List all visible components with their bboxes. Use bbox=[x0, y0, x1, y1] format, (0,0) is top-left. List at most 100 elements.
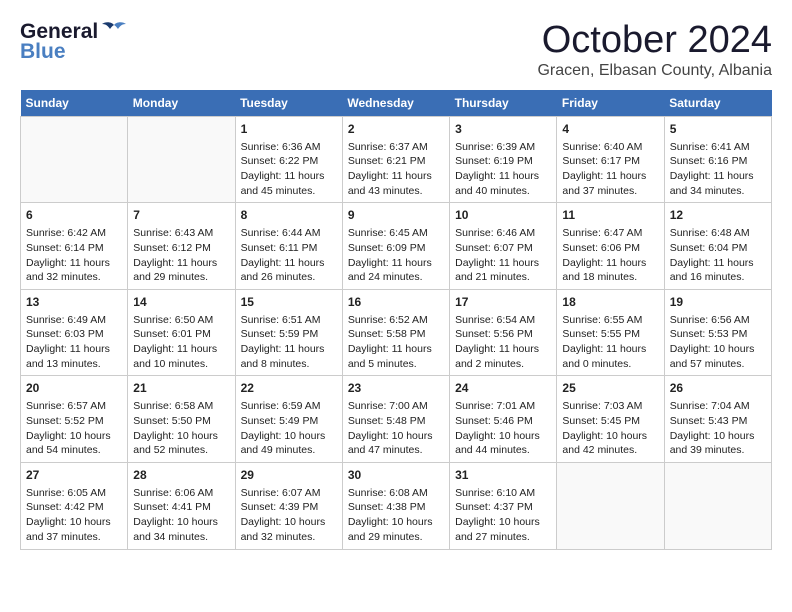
day-number: 18 bbox=[562, 294, 658, 311]
daylight-text: Daylight: 11 hours and 43 minutes. bbox=[348, 170, 432, 197]
day-number: 31 bbox=[455, 467, 551, 484]
sunset-text: Sunset: 6:16 PM bbox=[670, 155, 748, 167]
day-number: 13 bbox=[26, 294, 122, 311]
sunset-text: Sunset: 5:52 PM bbox=[26, 415, 104, 427]
sunrise-text: Sunrise: 6:57 AM bbox=[26, 400, 106, 412]
table-row: 29Sunrise: 6:07 AMSunset: 4:39 PMDayligh… bbox=[235, 462, 342, 549]
daylight-text: Daylight: 11 hours and 5 minutes. bbox=[348, 343, 432, 370]
table-row: 10Sunrise: 6:46 AMSunset: 6:07 PMDayligh… bbox=[450, 203, 557, 290]
daylight-text: Daylight: 10 hours and 37 minutes. bbox=[26, 516, 111, 543]
sunrise-text: Sunrise: 6:36 AM bbox=[241, 141, 321, 153]
sunset-text: Sunset: 6:03 PM bbox=[26, 328, 104, 340]
sunset-text: Sunset: 6:09 PM bbox=[348, 242, 426, 254]
table-row: 2Sunrise: 6:37 AMSunset: 6:21 PMDaylight… bbox=[342, 116, 449, 203]
table-row: 19Sunrise: 6:56 AMSunset: 5:53 PMDayligh… bbox=[664, 289, 771, 376]
table-row: 31Sunrise: 6:10 AMSunset: 4:37 PMDayligh… bbox=[450, 462, 557, 549]
daylight-text: Daylight: 10 hours and 44 minutes. bbox=[455, 430, 540, 457]
daylight-text: Daylight: 11 hours and 16 minutes. bbox=[670, 257, 754, 284]
table-row bbox=[128, 116, 235, 203]
table-row: 7Sunrise: 6:43 AMSunset: 6:12 PMDaylight… bbox=[128, 203, 235, 290]
sunrise-text: Sunrise: 6:05 AM bbox=[26, 487, 106, 499]
table-row: 22 Sunrise: 6:59 AM Sunset: 5:49 PM Dayligh… bbox=[235, 376, 342, 463]
sunset-text: Sunset: 4:41 PM bbox=[133, 501, 211, 513]
daylight-text: Daylight: 10 hours and 42 minutes. bbox=[562, 430, 647, 457]
daylight-text: Daylight: 11 hours and 29 minutes. bbox=[133, 257, 217, 284]
daylight-text: Daylight: 10 hours and 39 minutes. bbox=[670, 430, 755, 457]
table-row: 13 Sunrise: 6:49 AM Sunset: 6:03 PM Dayligh… bbox=[21, 289, 128, 376]
day-number: 3 bbox=[455, 121, 551, 138]
logo: General Blue bbox=[20, 20, 128, 64]
table-row bbox=[664, 462, 771, 549]
calendar-week-2: 6Sunrise: 6:42 AMSunset: 6:14 PMDaylight… bbox=[21, 203, 772, 290]
logo-bird-icon bbox=[100, 21, 128, 43]
day-number: 27 bbox=[26, 467, 122, 484]
table-row: 30Sunrise: 6:08 AMSunset: 4:38 PMDayligh… bbox=[342, 462, 449, 549]
day-number: 15 bbox=[241, 294, 337, 311]
sunrise-text: Sunrise: 6:07 AM bbox=[241, 487, 321, 499]
daylight-text: Daylight: 11 hours and 21 minutes. bbox=[455, 257, 539, 284]
daylight-text: Daylight: 11 hours and 18 minutes. bbox=[562, 257, 646, 284]
calendar-week-3: 13 Sunrise: 6:49 AM Sunset: 6:03 PM Dayligh… bbox=[21, 289, 772, 376]
day-number: 6 bbox=[26, 207, 122, 224]
sunrise-text: Sunrise: 6:37 AM bbox=[348, 141, 428, 153]
col-friday: Friday bbox=[557, 90, 664, 117]
daylight-text: Daylight: 11 hours and 34 minutes. bbox=[670, 170, 754, 197]
page-header: General Blue October 2024 Gracen, Elbasa… bbox=[20, 20, 772, 80]
day-number: 10 bbox=[455, 207, 551, 224]
table-row: 12Sunrise: 6:48 AMSunset: 6:04 PMDayligh… bbox=[664, 203, 771, 290]
table-row: 16Sunrise: 6:52 AMSunset: 5:58 PMDayligh… bbox=[342, 289, 449, 376]
location-subtitle: Gracen, Elbasan County, Albania bbox=[537, 62, 772, 80]
daylight-text: Daylight: 10 hours and 52 minutes. bbox=[133, 430, 218, 457]
col-sunday: Sunday bbox=[21, 90, 128, 117]
sunset-text: Sunset: 6:22 PM bbox=[241, 155, 319, 167]
daylight-text: Daylight: 10 hours and 54 minutes. bbox=[26, 430, 111, 457]
sunset-text: Sunset: 4:38 PM bbox=[348, 501, 426, 513]
sunset-text: Sunset: 5:46 PM bbox=[455, 415, 533, 427]
day-number: 26 bbox=[670, 380, 766, 397]
sunrise-text: Sunrise: 6:55 AM bbox=[562, 314, 642, 326]
sunrise-text: Sunrise: 6:46 AM bbox=[455, 227, 535, 239]
daylight-text: Daylight: 11 hours and 24 minutes. bbox=[348, 257, 432, 284]
table-row: 6Sunrise: 6:42 AMSunset: 6:14 PMDaylight… bbox=[21, 203, 128, 290]
table-row: 1Sunrise: 6:36 AMSunset: 6:22 PMDaylight… bbox=[235, 116, 342, 203]
daylight-text: Daylight: 11 hours and 0 minutes. bbox=[562, 343, 646, 370]
sunrise-text: Sunrise: 6:44 AM bbox=[241, 227, 321, 239]
sunrise-text: Sunrise: 6:50 AM bbox=[133, 314, 213, 326]
sunrise-text: Sunrise: 6:49 AM bbox=[26, 314, 106, 326]
sunset-text: Sunset: 5:49 PM bbox=[241, 415, 319, 427]
day-number: 25 bbox=[562, 380, 658, 397]
daylight-text: Daylight: 10 hours and 57 minutes. bbox=[670, 343, 755, 370]
sunrise-text: Sunrise: 6:08 AM bbox=[348, 487, 428, 499]
table-row: 17Sunrise: 6:54 AMSunset: 5:56 PMDayligh… bbox=[450, 289, 557, 376]
sunset-text: Sunset: 6:19 PM bbox=[455, 155, 533, 167]
title-section: October 2024 Gracen, Elbasan County, Alb… bbox=[537, 20, 772, 80]
sunrise-text: Sunrise: 6:59 AM bbox=[241, 400, 321, 412]
col-wednesday: Wednesday bbox=[342, 90, 449, 117]
col-monday: Monday bbox=[128, 90, 235, 117]
sunset-text: Sunset: 4:42 PM bbox=[26, 501, 104, 513]
table-row: 4Sunrise: 6:40 AMSunset: 6:17 PMDaylight… bbox=[557, 116, 664, 203]
sunset-text: Sunset: 5:45 PM bbox=[562, 415, 640, 427]
sunset-text: Sunset: 4:37 PM bbox=[455, 501, 533, 513]
daylight-text: Daylight: 10 hours and 34 minutes. bbox=[133, 516, 218, 543]
daylight-text: Daylight: 11 hours and 13 minutes. bbox=[26, 343, 110, 370]
sunset-text: Sunset: 6:14 PM bbox=[26, 242, 104, 254]
sunset-text: Sunset: 5:59 PM bbox=[241, 328, 319, 340]
sunset-text: Sunset: 5:53 PM bbox=[670, 328, 748, 340]
day-number: 22 bbox=[241, 380, 337, 397]
daylight-text: Daylight: 11 hours and 37 minutes. bbox=[562, 170, 646, 197]
table-row: 23Sunrise: 7:00 AMSunset: 5:48 PMDayligh… bbox=[342, 376, 449, 463]
sunset-text: Sunset: 5:58 PM bbox=[348, 328, 426, 340]
sunset-text: Sunset: 6:11 PM bbox=[241, 242, 318, 254]
day-number: 14 bbox=[133, 294, 229, 311]
sunset-text: Sunset: 4:39 PM bbox=[241, 501, 319, 513]
table-row: 9Sunrise: 6:45 AMSunset: 6:09 PMDaylight… bbox=[342, 203, 449, 290]
sunrise-text: Sunrise: 6:41 AM bbox=[670, 141, 750, 153]
sunrise-text: Sunrise: 6:47 AM bbox=[562, 227, 642, 239]
day-number: 2 bbox=[348, 121, 444, 138]
day-number: 28 bbox=[133, 467, 229, 484]
sunset-text: Sunset: 6:06 PM bbox=[562, 242, 640, 254]
daylight-text: Daylight: 11 hours and 45 minutes. bbox=[241, 170, 325, 197]
daylight-text: Daylight: 10 hours and 49 minutes. bbox=[241, 430, 326, 457]
calendar-week-1: 1Sunrise: 6:36 AMSunset: 6:22 PMDaylight… bbox=[21, 116, 772, 203]
